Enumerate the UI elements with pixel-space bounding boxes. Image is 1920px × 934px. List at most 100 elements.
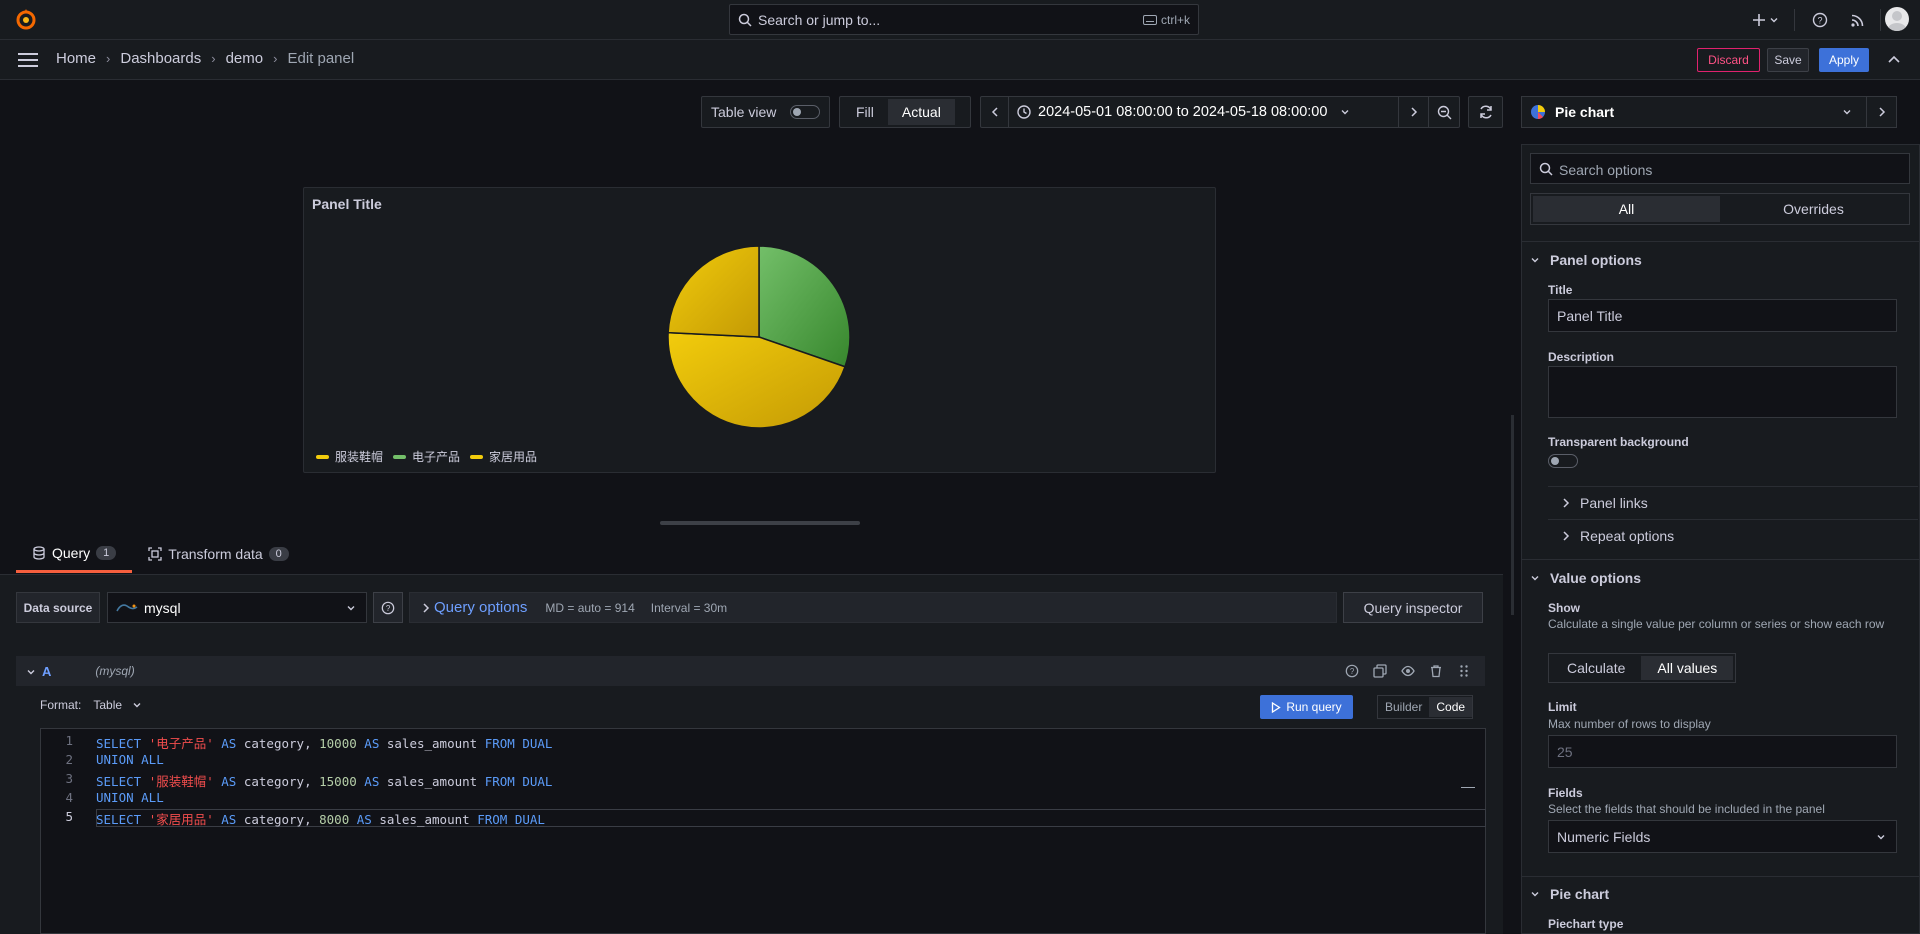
apply-button[interactable]: Apply	[1819, 48, 1869, 72]
transparent-toggle[interactable]	[1548, 454, 1578, 468]
section-pie-chart-label: Pie chart	[1550, 886, 1610, 902]
md-info: MD = auto = 914	[545, 600, 635, 615]
tab-overrides[interactable]: Overrides	[1720, 196, 1907, 222]
breadcrumb-dashboards[interactable]: Dashboards	[120, 50, 201, 67]
visualization-picker[interactable]: Pie chart	[1521, 96, 1897, 128]
eye-icon[interactable]	[1401, 664, 1415, 678]
editor-scroll-marker	[1461, 787, 1475, 788]
fill-option[interactable]: Fill	[842, 99, 888, 125]
options-tabs: All Overrides	[1530, 193, 1910, 225]
search-bar[interactable]: Search or jump to... ctrl+k	[729, 4, 1199, 35]
breadcrumb-separator-icon: ›	[211, 51, 216, 66]
collapse-options-button[interactable]	[1866, 97, 1896, 127]
menu-icon[interactable]	[18, 52, 38, 68]
trash-icon[interactable]	[1429, 664, 1443, 678]
search-placeholder: Search or jump to...	[758, 12, 881, 28]
actual-option[interactable]: Actual	[887, 99, 955, 125]
help-icon[interactable]: ?	[1345, 664, 1359, 678]
search-icon	[1539, 162, 1553, 176]
title-input[interactable]: Panel Title	[1548, 299, 1897, 332]
query-ref-id[interactable]: A	[42, 664, 51, 679]
query-row-header[interactable]: A (mysql) ?	[16, 656, 1485, 686]
section-repeat-options[interactable]: Repeat options	[1562, 528, 1674, 544]
help-icon: ?	[1812, 12, 1828, 28]
query-inspector-button[interactable]: Query inspector	[1343, 592, 1483, 623]
legend-item[interactable]: 家居用品	[470, 448, 537, 465]
code-token: AS	[213, 736, 244, 751]
refresh-icon	[1479, 105, 1492, 119]
pie-slice-3[interactable]	[667, 245, 760, 338]
time-forward-button[interactable]	[1398, 97, 1428, 127]
section-panel-options[interactable]: Panel options	[1530, 252, 1642, 268]
legend-item[interactable]: 电子产品	[393, 448, 460, 465]
breadcrumb-bar: Home › Dashboards › demo › Edit panel	[0, 40, 1920, 80]
code-mode-option[interactable]: Code	[1429, 697, 1473, 717]
section-pie-chart[interactable]: Pie chart	[1530, 886, 1609, 902]
code-token: SELECT	[96, 736, 149, 751]
grafana-logo-icon[interactable]	[14, 8, 38, 32]
calculate-option[interactable]: Calculate	[1551, 656, 1641, 680]
query-options-bar[interactable]: Query options MD = auto = 914 Interval =…	[409, 592, 1337, 623]
legend-item[interactable]: 服装鞋帽	[316, 448, 383, 465]
show-mode-toggle: Calculate All values	[1548, 653, 1737, 683]
breadcrumb-demo[interactable]: demo	[226, 50, 264, 67]
all-values-option[interactable]: All values	[1641, 656, 1734, 680]
fields-select[interactable]: Numeric Fields	[1548, 820, 1897, 853]
time-range-picker[interactable]: 2024-05-01 08:00:00 to 2024-05-18 08:00:…	[1009, 97, 1398, 127]
description-textarea[interactable]	[1548, 366, 1897, 418]
pie-chart-icon	[1531, 105, 1545, 120]
panel[interactable]: Panel Title 服装鞋帽 电子产品 家居用品	[303, 187, 1216, 473]
pane-splitter[interactable]	[1511, 415, 1514, 615]
user-avatar[interactable]	[1885, 7, 1909, 31]
data-source-value: mysql	[144, 599, 181, 616]
zoom-out-button[interactable]	[1428, 97, 1459, 127]
limit-input[interactable]: 25	[1548, 735, 1897, 768]
code-token: FROM DUAL	[484, 774, 553, 789]
search-options-input[interactable]: Search options	[1530, 153, 1910, 184]
chevron-right-icon	[1878, 107, 1885, 117]
breadcrumb-home[interactable]: Home	[56, 50, 96, 67]
sql-code-editor[interactable]: 1 SELECT '电子产品' AS category, 10000 AS sal…	[40, 728, 1486, 934]
format-select[interactable]: Table	[93, 698, 142, 712]
tab-transform-label: Transform data	[168, 546, 263, 562]
tab-all[interactable]: All	[1533, 196, 1720, 222]
collapse-chevron-up-icon[interactable]	[1887, 54, 1901, 66]
database-icon	[33, 545, 45, 560]
news-button[interactable]	[1850, 8, 1866, 32]
chevron-down-icon	[347, 605, 355, 610]
refresh-button[interactable]	[1468, 96, 1503, 128]
format-row: Format: Table	[40, 698, 142, 712]
code-token: '服装鞋帽'	[148, 774, 214, 789]
table-view-toggle[interactable]: Table view	[701, 96, 830, 128]
play-icon	[1272, 701, 1282, 713]
topbar-separator	[1794, 8, 1795, 32]
tab-query-label: Query	[52, 544, 91, 561]
copy-icon[interactable]	[1373, 664, 1387, 678]
run-query-button[interactable]: Run query	[1260, 695, 1353, 719]
section-panel-links[interactable]: Panel links	[1562, 495, 1648, 511]
line-number: 1	[65, 733, 73, 748]
tab-query[interactable]: Query 1	[16, 543, 133, 573]
plus-icon	[1753, 14, 1765, 26]
time-back-button[interactable]	[981, 97, 1009, 127]
new-menu-button[interactable]	[1752, 8, 1779, 32]
chevron-down-icon[interactable]	[26, 667, 36, 677]
data-source-help-button[interactable]: ?	[373, 592, 403, 623]
section-value-options[interactable]: Value options	[1530, 570, 1641, 586]
table-view-switch[interactable]	[790, 105, 821, 119]
svg-text:?: ?	[1817, 16, 1822, 26]
builder-mode-option[interactable]: Builder	[1378, 697, 1429, 717]
code-token: sales_amount	[386, 736, 485, 751]
query-options-link[interactable]: Query options	[434, 599, 527, 616]
legend-label: 电子产品	[412, 450, 461, 464]
tab-transform-data[interactable]: Transform data 0	[132, 543, 305, 573]
discard-button[interactable]: Discard	[1697, 48, 1760, 72]
save-button[interactable]: Save	[1767, 48, 1809, 72]
drag-handle-icon[interactable]	[1457, 664, 1471, 678]
data-source-select[interactable]: mysql	[107, 592, 367, 623]
help-button[interactable]: ?	[1812, 8, 1828, 32]
resize-splitter[interactable]	[660, 521, 860, 525]
code-line: UNION ALL	[96, 790, 164, 805]
code-token: category,	[243, 736, 320, 751]
interval-info: Interval = 30m	[650, 600, 728, 615]
